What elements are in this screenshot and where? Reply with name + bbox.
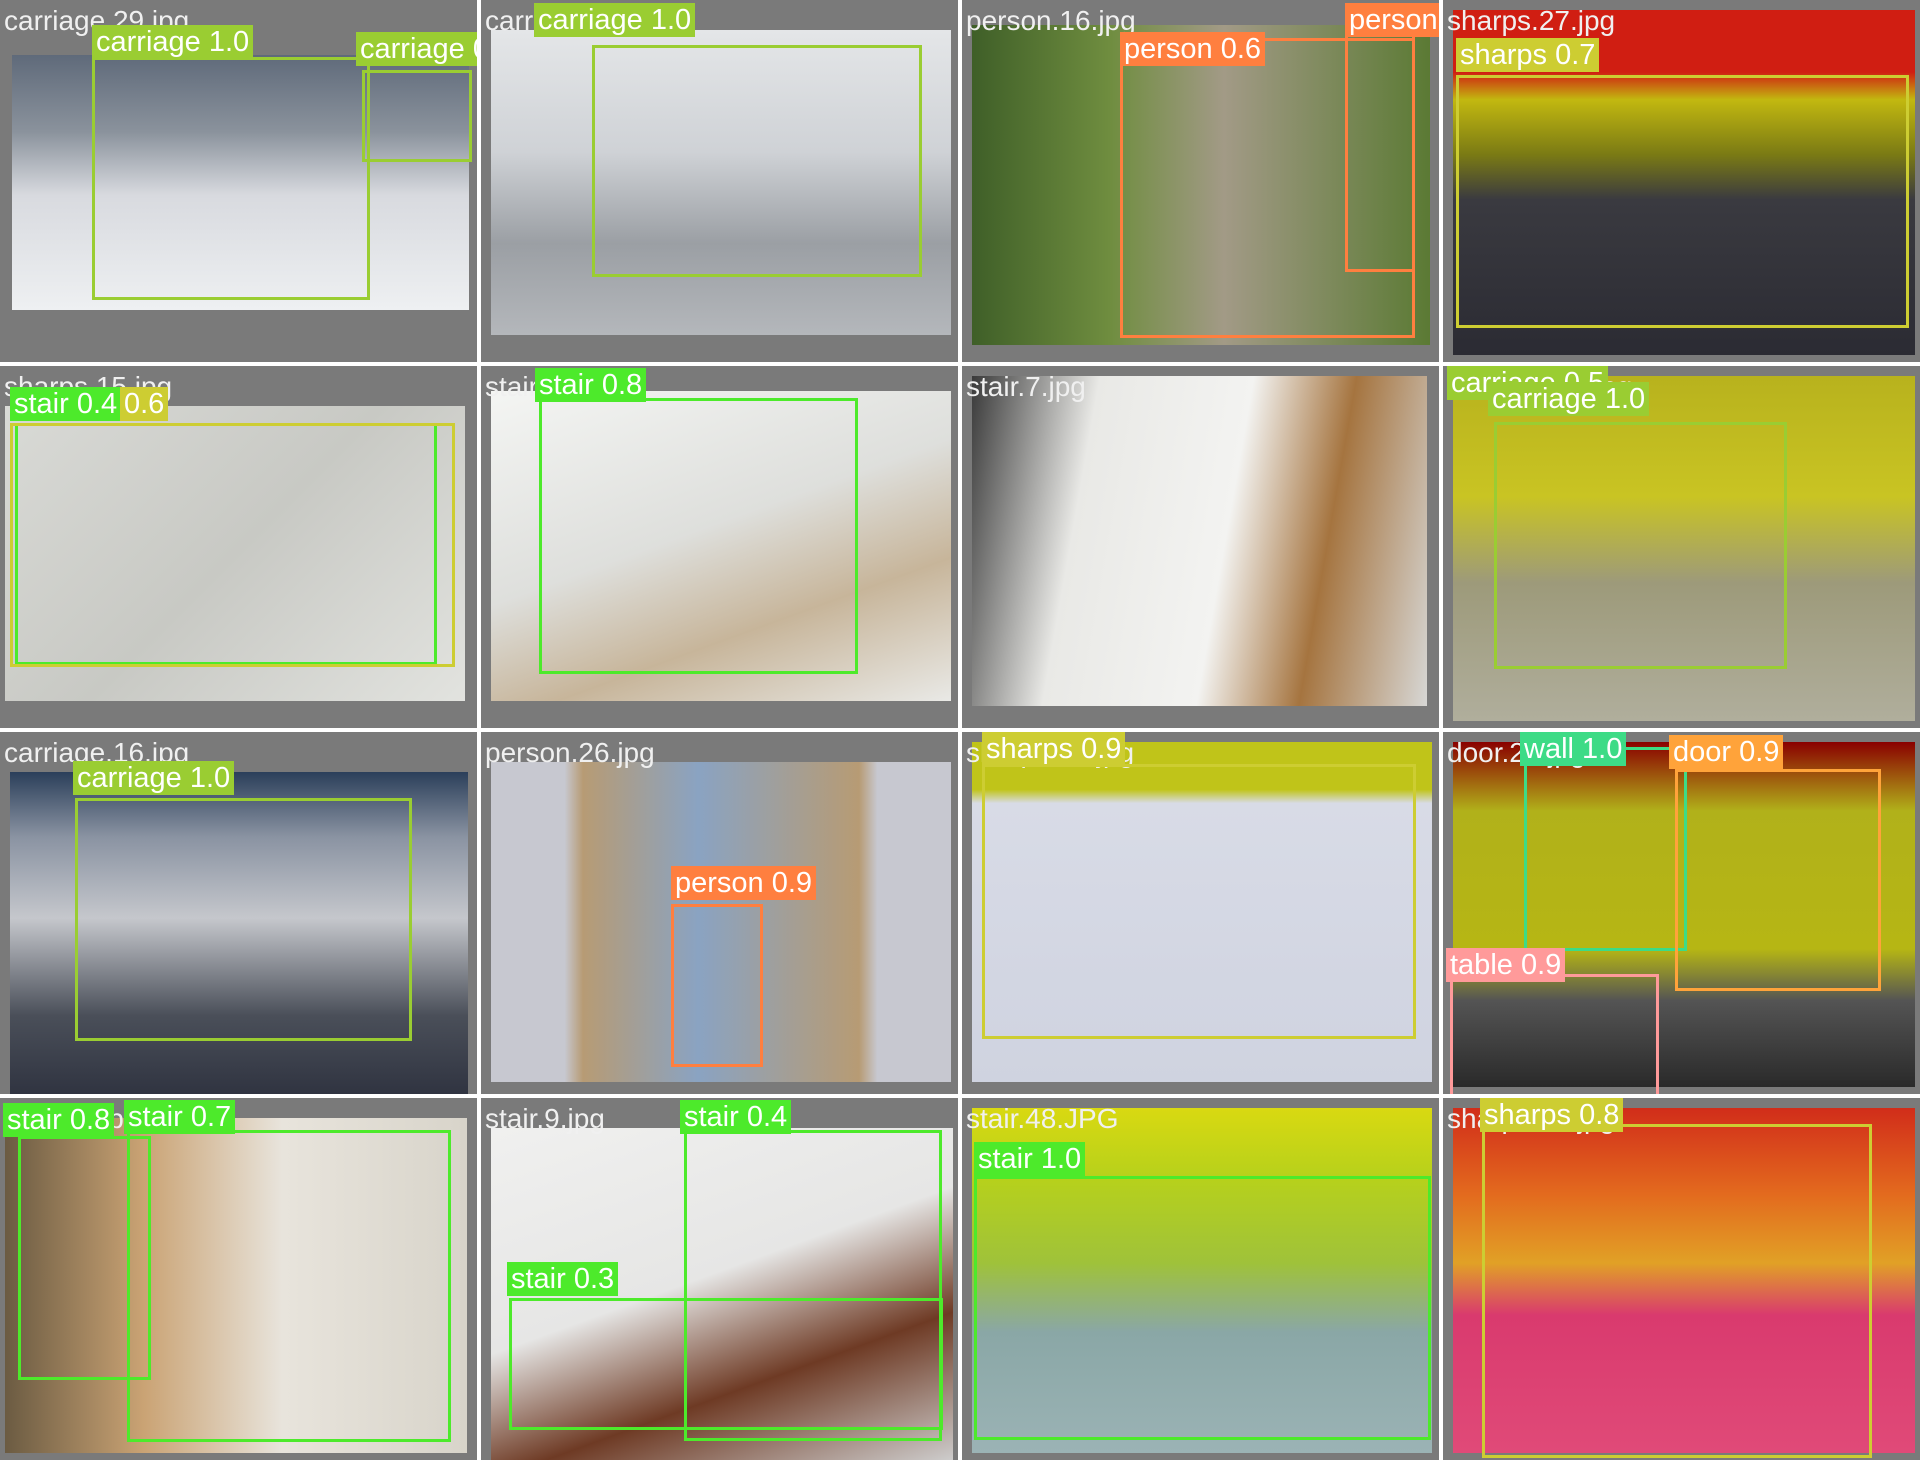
tile-photo [491,30,951,335]
result-tile: person.16.jpgperson 0.6 person 0.8 [962,0,1439,362]
tile-photo [10,772,468,1094]
detection-results-grid: carriage.29.jpgcarriage 1.0carriage 0.4c… [0,0,1920,1464]
tile-photo [5,1118,467,1453]
result-tile: carriage.??.jpgcarriage 0.5carriage 1.0 [1443,366,1920,728]
detection-label: person 0.6 [1120,32,1266,66]
result-tile: stair.9.jpg stair 0.4 stair 0.3 [481,1098,958,1460]
tile-photo [1453,376,1915,721]
detection-label: person 0.9 [671,866,817,900]
result-tile: person.26.jpg person 0.9 [481,732,958,1094]
tile-filename: sharps.27.jpg [1447,5,1616,36]
detection-label: carriage 0.4 [356,32,477,66]
result-tile: stair.48.JPG stair 1.0 [962,1098,1439,1460]
result-tile: sharps.??.jpgsharps 0.9 [962,732,1439,1094]
detection-label: 0.6 [120,387,169,421]
tile-filename: person.16.jpg [966,5,1136,36]
tile-filename: person.26.jpg [485,737,655,768]
detection-label: sharps 0.7 [1456,38,1600,72]
detection-label: table 0.9 [1446,948,1566,982]
tile-photo [5,406,465,701]
result-tile: stair.??.jpgstair 0.8 [481,366,958,728]
tile-photo [1453,742,1915,1087]
tile-filename: stair.9.jpg [485,1103,605,1134]
detection-label: carriage 1.0 [1488,382,1650,416]
detection-label: carriage 1.0 [534,3,696,37]
detection-label: person 0.8 [1345,3,1439,37]
tile-filename: stair.48.JPG [966,1103,1119,1134]
detection-label: carriage 1.0 [92,25,254,59]
result-tile: sharps.27.jpg sharps 0.7 [1443,0,1920,362]
tile-photo [972,376,1427,706]
tile-photo [491,391,951,701]
detection-label: wall 1.0 [1520,732,1627,766]
result-tile: carriage.16.jpg carriage 1.0 [0,732,477,1094]
tile-photo [1453,1108,1915,1453]
result-tile: sharps.15.jpgstair 0.40.6 [0,366,477,728]
detection-label: stair 0.7 [124,1100,236,1134]
tile-filename: stair.7.jpg [966,371,1086,402]
result-tile: carriage.??.jpgcarriage 1.0 [481,0,958,362]
result-tile: carriage.29.jpgcarriage 1.0carriage 0.4 [0,0,477,362]
detection-label: stair 0.4 [10,387,122,421]
result-tile: stair.??.jpgstair 0.8stair 0.7 [0,1098,477,1460]
detection-label: stair 0.4 [680,1100,792,1134]
detection-label: stair 0.3 [507,1262,619,1296]
detection-label: sharps 0.8 [1480,1098,1624,1132]
detection-label: door 0.9 [1669,735,1784,769]
detection-label: stair 1.0 [974,1142,1086,1176]
tile-photo [12,55,469,310]
detection-label: sharps 0.9 [982,732,1126,766]
result-tile: stair.7.jpg [962,366,1439,728]
detection-label: stair 0.8 [3,1103,115,1137]
tile-photo [972,25,1430,345]
tile-photo [491,762,951,1082]
result-tile: door.22.jpg wall 1.0 door 0.9 table 0.9 [1443,732,1920,1094]
tile-photo [972,742,1432,1082]
detection-label: carriage 1.0 [73,761,235,795]
result-tile: sharps.??.jpgsharps 0.8 [1443,1098,1920,1460]
detection-label: stair 0.8 [535,368,647,402]
